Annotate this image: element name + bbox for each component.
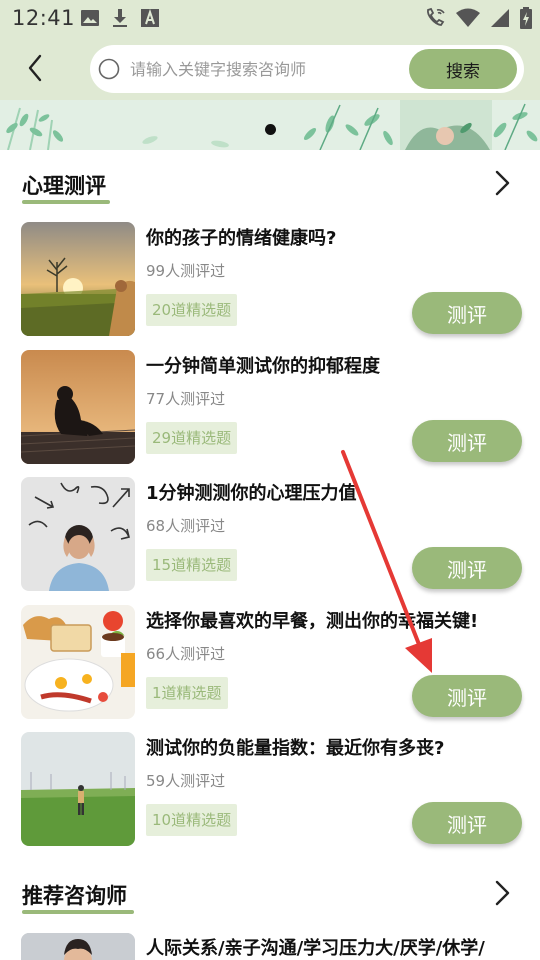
test-thumbnail: [21, 605, 135, 719]
test-count: 68人测评过: [146, 517, 226, 535]
test-count: 77人测评过: [146, 390, 226, 408]
test-item[interactable]: 一分钟简单测试你的抑郁程度 77人测评过 29道精选题 测评: [0, 350, 540, 468]
question-count-tag: 15道精选题: [146, 549, 238, 581]
start-test-button[interactable]: 测评: [412, 547, 522, 589]
search-box: 搜索: [90, 45, 524, 93]
test-count: 99人测评过: [146, 262, 226, 280]
top-bar: 搜索: [0, 36, 540, 100]
chevron-left-icon[interactable]: [20, 50, 52, 86]
test-item[interactable]: 测试你的负能量指数：最近你有多丧? 59人测评过 10道精选题 测评: [0, 732, 540, 850]
download-icon: [113, 9, 127, 27]
counselor-avatar: [21, 933, 135, 960]
test-item[interactable]: 1分钟测测你的心理压力值 68人测评过 15道精选题 测评: [0, 477, 540, 595]
wifi-icon: [456, 8, 480, 27]
tests-section-header: 心理测评: [0, 160, 540, 210]
search-icon: [98, 58, 120, 80]
test-title: 测试你的负能量指数：最近你有多丧?: [146, 738, 445, 759]
section-underline: [22, 200, 110, 204]
chevron-right-icon[interactable]: [490, 878, 514, 908]
section-underline: [22, 910, 134, 914]
test-count: 59人测评过: [146, 772, 226, 790]
start-test-button[interactable]: 测评: [412, 420, 522, 462]
test-item[interactable]: 选择你最喜欢的早餐，测出你的幸福关键! 66人测评过 1道精选题 测评: [0, 605, 540, 723]
test-title: 1分钟测测你的心理压力值: [146, 483, 357, 504]
test-title: 选择你最喜欢的早餐，测出你的幸福关键!: [146, 611, 479, 632]
test-count: 66人测评过: [146, 645, 226, 663]
phone-wifi-icon: [427, 7, 445, 26]
status-time: 12:41: [12, 6, 76, 30]
start-test-button[interactable]: 测评: [412, 802, 522, 844]
test-title: 一分钟简单测试你的抑郁程度: [146, 356, 380, 377]
question-count-tag: 1道精选题: [146, 677, 228, 709]
section-title: 推荐咨询师: [22, 884, 127, 908]
signal-icon: [491, 9, 509, 27]
question-count-tag: 10道精选题: [146, 804, 238, 836]
search-button[interactable]: 搜索: [409, 49, 517, 89]
test-thumbnail: [21, 222, 135, 336]
test-thumbnail: [21, 350, 135, 464]
carousel-indicator-dot[interactable]: [265, 124, 276, 135]
font-icon: [141, 8, 159, 27]
counselor-specialties: 人际关系/亲子沟通/学习压力大/厌学/休学/: [146, 938, 485, 959]
test-thumbnail: [21, 732, 135, 846]
start-test-button[interactable]: 测评: [412, 675, 522, 717]
test-thumbnail: [21, 477, 135, 591]
counselor-item[interactable]: 人际关系/亲子沟通/学习压力大/厌学/休学/: [0, 928, 540, 960]
image-icon: [81, 10, 99, 26]
question-count-tag: 29道精选题: [146, 422, 238, 454]
section-title: 心理测评: [22, 174, 106, 198]
chevron-right-icon[interactable]: [490, 168, 514, 198]
search-input[interactable]: [130, 49, 400, 89]
test-item[interactable]: 你的孩子的情绪健康吗? 99人测评过 20道精选题 测评: [0, 222, 540, 340]
counselors-section-header: 推荐咨询师: [0, 870, 540, 920]
test-title: 你的孩子的情绪健康吗?: [146, 228, 337, 249]
question-count-tag: 20道精选题: [146, 294, 238, 326]
status-bar: 12:41: [0, 0, 540, 36]
battery-icon: [520, 7, 532, 29]
start-test-button[interactable]: 测评: [412, 292, 522, 334]
